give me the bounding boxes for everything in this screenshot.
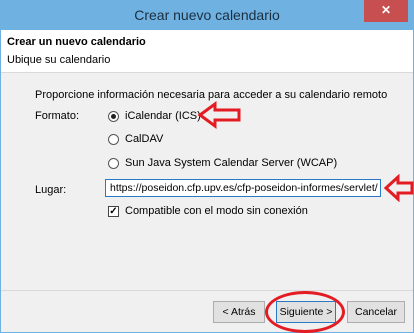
cancel-button[interactable]: Cancelar [347, 301, 405, 323]
dialog-frame: Crear un nuevo calendario Ubique su cale… [0, 30, 414, 333]
wizard-title: Crear un nuevo calendario [7, 36, 146, 48]
wizard-header: Crear un nuevo calendario Ubique su cale… [1, 30, 413, 73]
offline-checkbox-label[interactable]: Compatible con el modo sin conexión [125, 205, 308, 217]
offline-checkbox[interactable]: ✓ [108, 206, 119, 217]
radio-caldav-label[interactable]: CalDAV [125, 133, 163, 145]
wizard-content: Proporcione información necesaria para a… [1, 73, 414, 333]
radio-icalendar-label[interactable]: iCalendar (ICS) [125, 110, 201, 122]
window-titlebar: Crear nuevo calendario ✕ [0, 0, 414, 30]
format-label: Formato: [35, 110, 80, 122]
radio-wcap[interactable] [108, 158, 119, 169]
annotation-arrow-location [384, 174, 414, 202]
close-button[interactable]: ✕ [364, 0, 408, 22]
intro-text: Proporcione información necesaria para a… [35, 89, 388, 101]
radio-wcap-label[interactable]: Sun Java System Calendar Server (WCAP) [125, 157, 337, 169]
radio-icalendar[interactable] [108, 111, 119, 122]
close-icon: ✕ [380, 3, 392, 17]
wizard-subtitle: Ubique su calendario [7, 54, 111, 66]
annotation-arrow-format [197, 101, 241, 129]
location-label: Lugar: [35, 184, 67, 196]
radio-caldav[interactable] [108, 134, 119, 145]
back-button[interactable]: < Atrás [213, 301, 265, 323]
annotation-circle-next [265, 291, 345, 333]
window-title: Crear nuevo calendario [134, 7, 280, 23]
footer-divider [1, 290, 413, 291]
location-input[interactable]: https://poseidon.cfp.upv.es/cfp-poseidon… [105, 179, 381, 197]
